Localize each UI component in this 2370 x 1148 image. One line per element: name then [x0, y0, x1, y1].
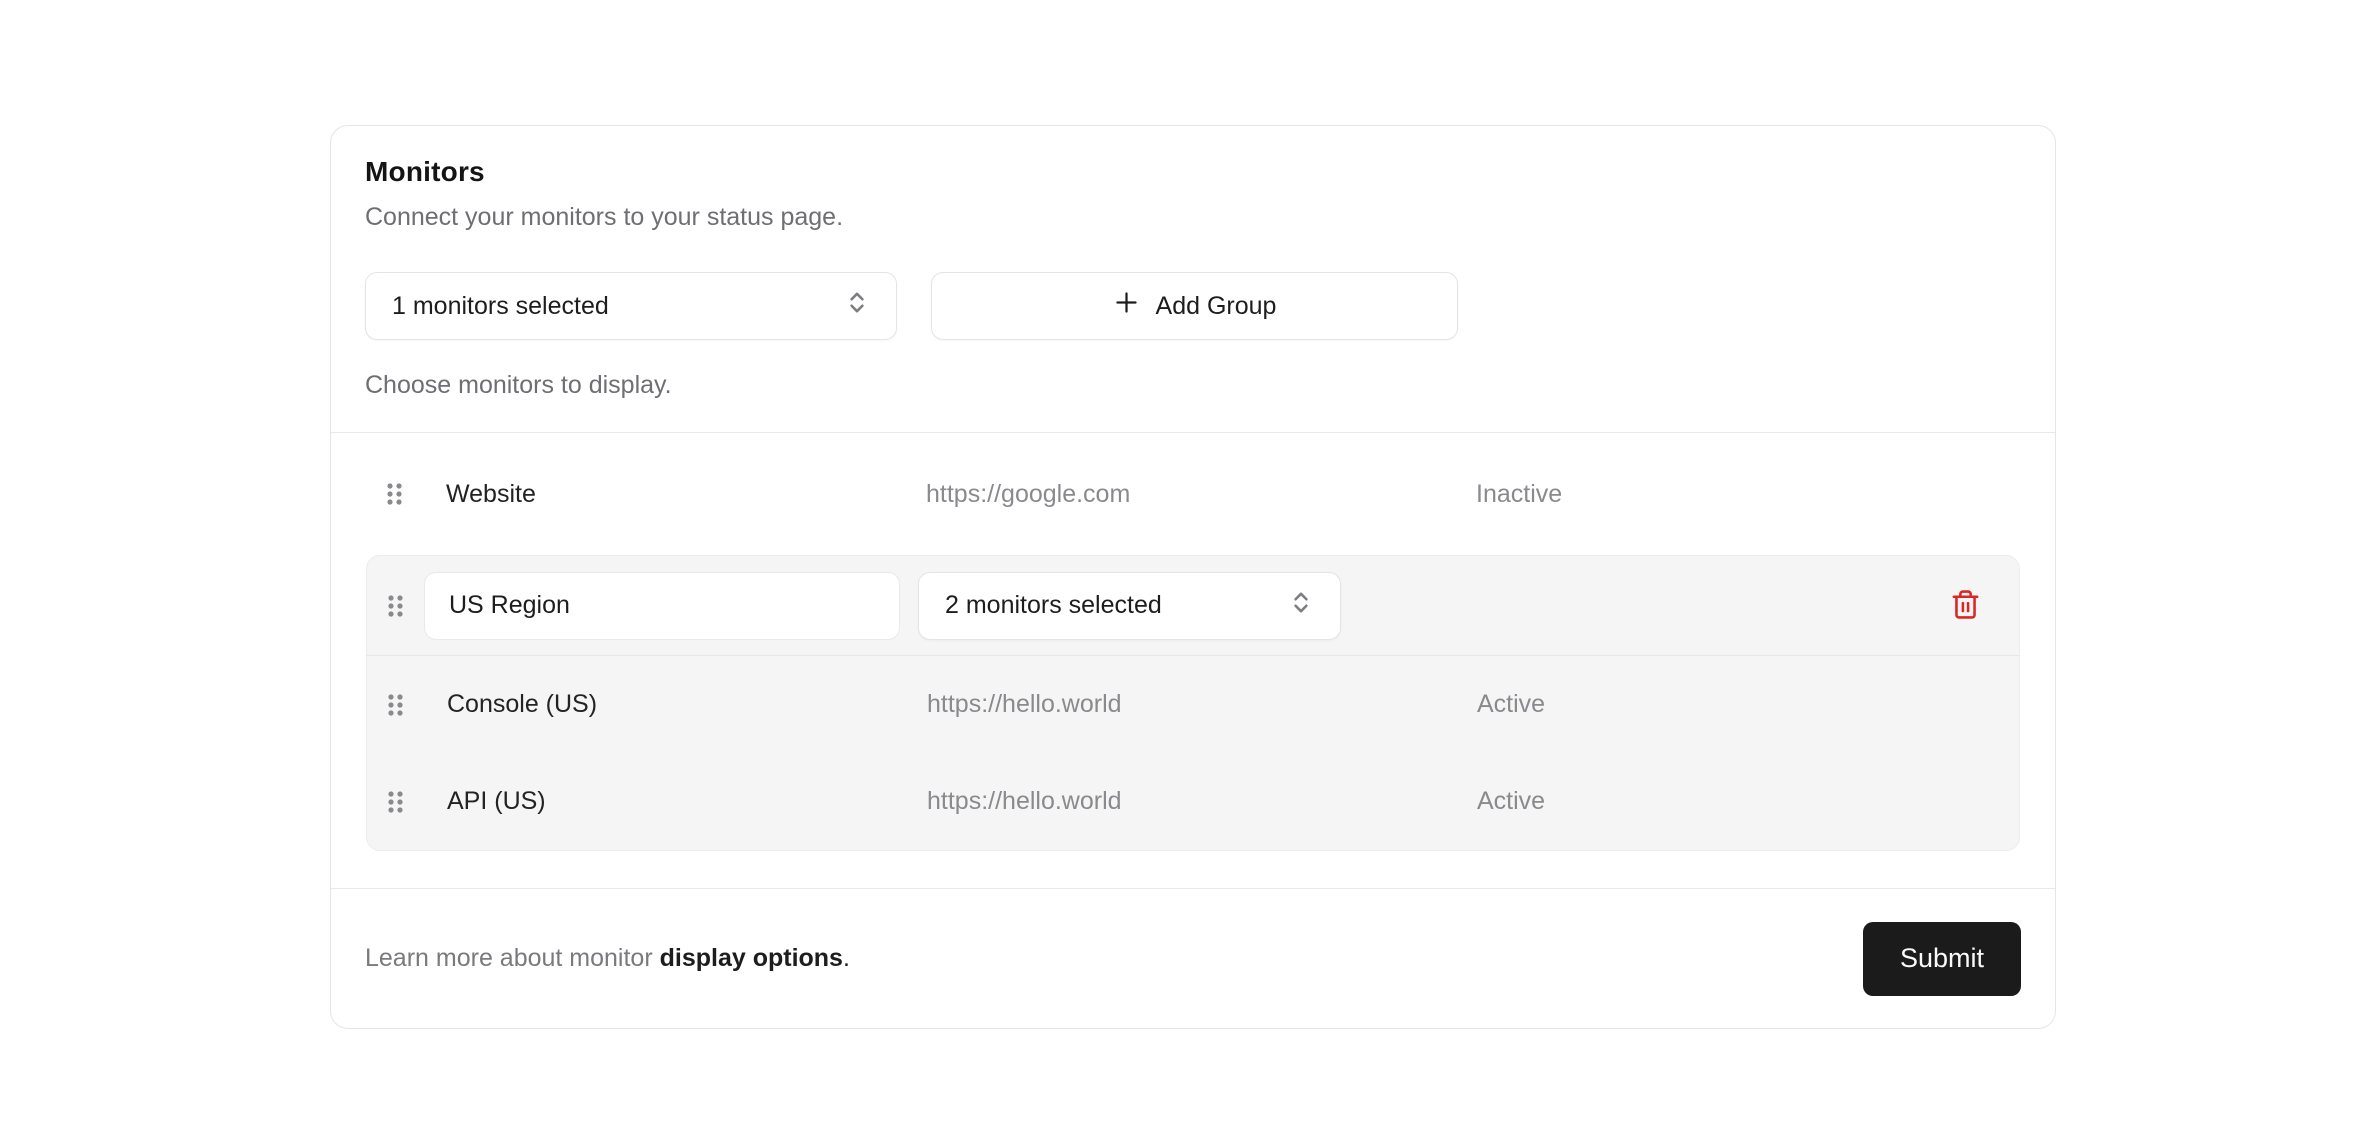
monitor-url: https://hello.world	[927, 690, 1477, 719]
drag-handle-icon[interactable]	[387, 693, 405, 717]
submit-button[interactable]: Submit	[1863, 922, 2021, 996]
drag-handle-icon[interactable]	[387, 594, 405, 618]
delete-group-button[interactable]	[1943, 584, 1987, 628]
footer-note-prefix: Learn more about monitor	[365, 944, 660, 972]
monitor-row-api-us: API (US) https://hello.world Active	[367, 753, 2019, 850]
page-title: Monitors	[365, 156, 2020, 188]
group-monitors-select[interactable]: 2 monitors selected	[918, 572, 1341, 640]
monitors-select-value: 1 monitors selected	[392, 292, 609, 321]
monitor-name: API (US)	[447, 787, 927, 816]
monitor-url: https://hello.world	[927, 787, 1477, 816]
page-subtitle: Connect your monitors to your status pag…	[365, 202, 2020, 232]
monitor-group: 2 monitors selected	[366, 555, 2020, 851]
trash-icon	[1950, 589, 1981, 623]
monitor-name: Website	[446, 480, 926, 509]
monitor-url: https://google.com	[926, 480, 1476, 509]
monitor-status: Active	[1477, 690, 1989, 719]
monitors-select[interactable]: 1 monitors selected	[365, 272, 897, 340]
spacer	[331, 851, 2055, 888]
card-head: Monitors Connect your monitors to your s…	[331, 126, 2055, 432]
footer-note: Learn more about monitor display options…	[365, 944, 850, 973]
monitor-row-console-us: Console (US) https://hello.world Active	[367, 656, 2019, 753]
monitor-status: Active	[1477, 787, 1989, 816]
group-header-row: 2 monitors selected	[367, 556, 2019, 656]
add-group-label: Add Group	[1156, 292, 1277, 321]
plus-icon	[1113, 289, 1140, 323]
drag-handle-icon[interactable]	[386, 482, 404, 506]
card-footer: Learn more about monitor display options…	[331, 888, 2055, 1028]
monitors-card: Monitors Connect your monitors to your s…	[330, 125, 2056, 1029]
chevrons-up-down-icon	[1288, 587, 1314, 624]
controls-row: 1 monitors selected Add Group	[365, 272, 2020, 340]
add-group-button[interactable]: Add Group	[931, 272, 1458, 340]
drag-handle-icon[interactable]	[387, 790, 405, 814]
monitor-list: Website https://google.com Inactive 2 mo…	[331, 432, 2055, 888]
monitor-status: Inactive	[1476, 480, 2020, 509]
footer-note-suffix: .	[843, 944, 850, 972]
group-name-input[interactable]	[424, 572, 900, 640]
monitor-row-website: Website https://google.com Inactive	[331, 433, 2055, 555]
group-select-value: 2 monitors selected	[945, 591, 1162, 620]
helper-text: Choose monitors to display.	[365, 370, 2020, 400]
footer-note-link[interactable]: display options	[660, 944, 843, 972]
monitor-name: Console (US)	[447, 690, 927, 719]
chevrons-up-down-icon	[844, 288, 870, 325]
